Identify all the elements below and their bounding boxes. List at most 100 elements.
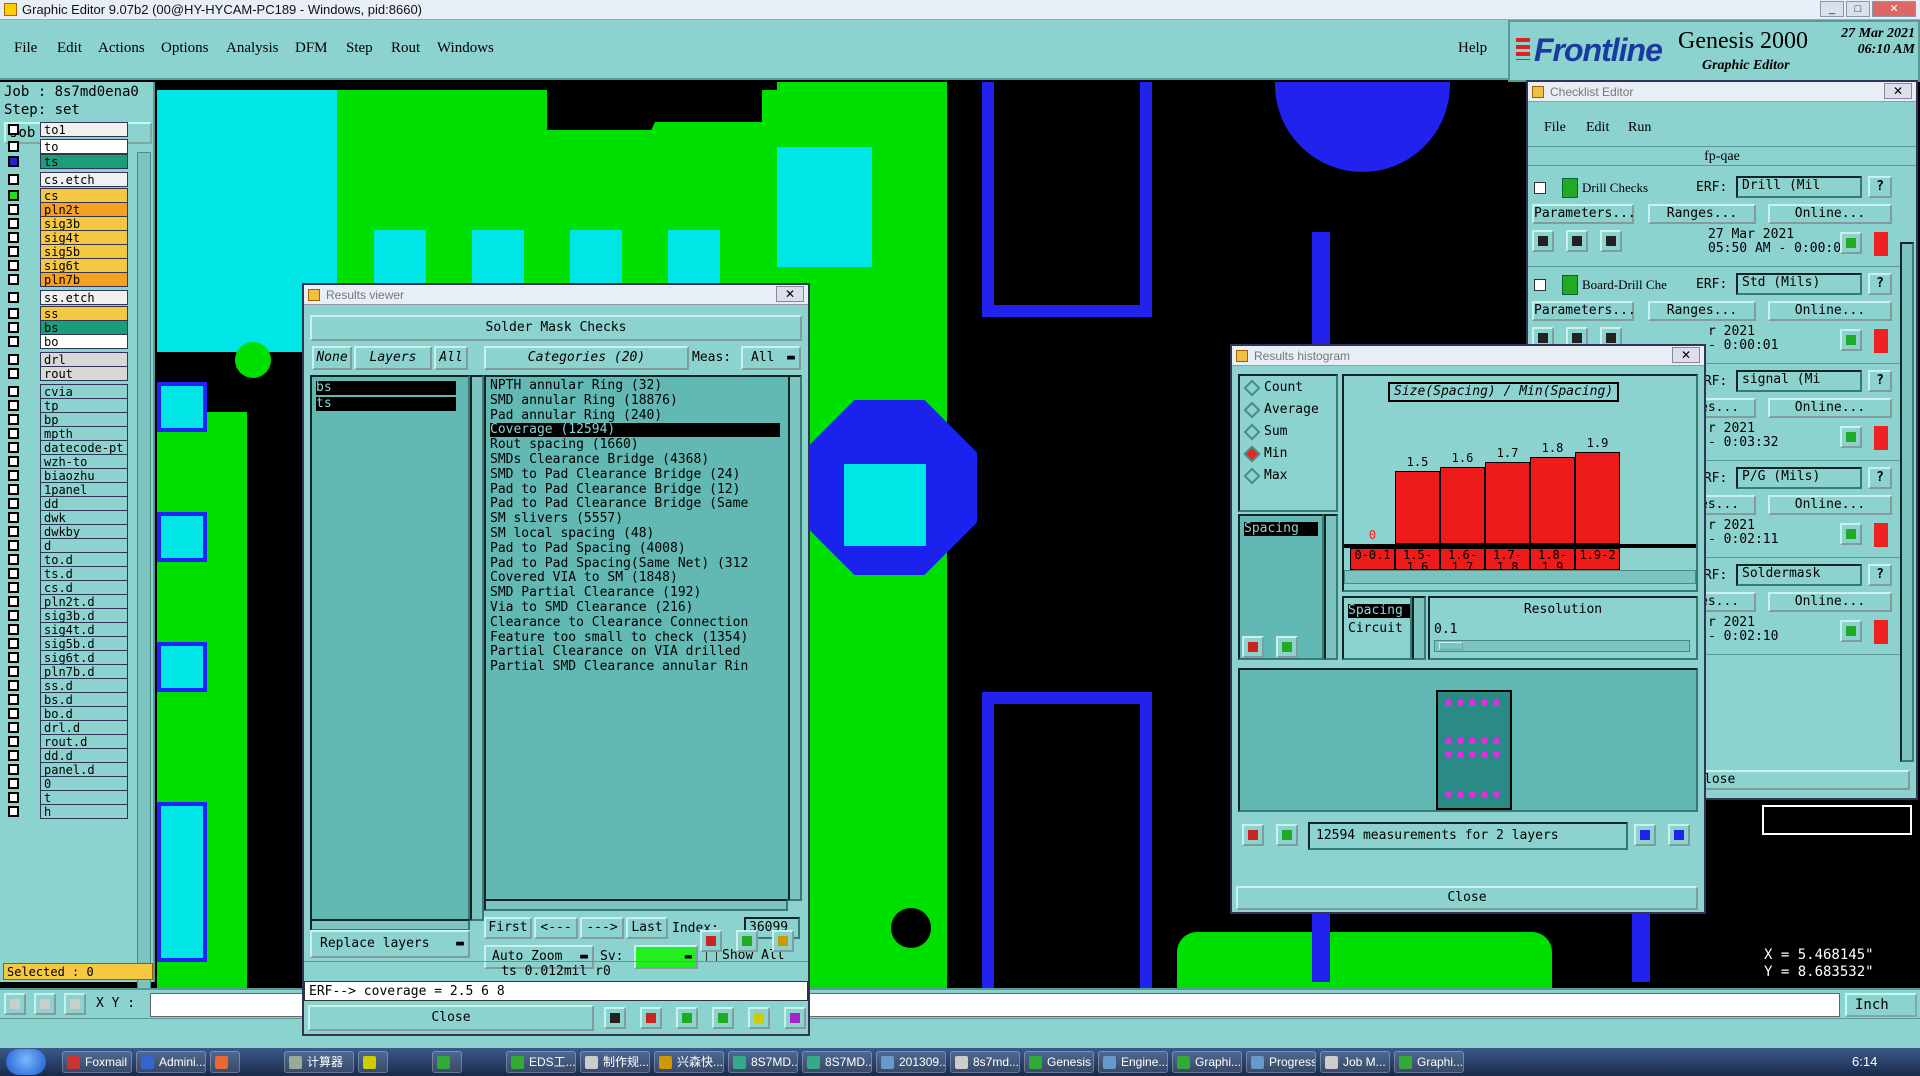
layer-row[interactable]: d xyxy=(6,538,128,553)
taskbar-item[interactable]: Progress xyxy=(1246,1051,1316,1073)
layer-checkbox[interactable] xyxy=(8,764,19,775)
online-button[interactable]: Online... xyxy=(1768,301,1892,321)
minimize-icon[interactable]: _ xyxy=(1820,1,1844,17)
layer-row[interactable]: bs xyxy=(6,320,128,335)
layer-name[interactable]: dd xyxy=(40,496,128,511)
layer-name[interactable]: d xyxy=(40,538,128,553)
layer-name[interactable]: ss.d xyxy=(40,678,128,693)
layer-name[interactable]: cs xyxy=(40,188,128,203)
layer-name[interactable]: to1 xyxy=(40,122,128,137)
none-button[interactable]: None xyxy=(312,346,352,370)
layer-row[interactable]: sig4t.d xyxy=(6,622,128,637)
layer-name[interactable]: sig6t.d xyxy=(40,650,128,665)
layer-row[interactable]: to.d xyxy=(6,552,128,567)
category-item[interactable]: Pad to Pad Spacing (4008) xyxy=(490,541,780,556)
layer-name[interactable]: sig3b xyxy=(40,216,128,231)
ranges-button[interactable]: Ranges... xyxy=(1648,301,1756,321)
layer-name[interactable]: drl xyxy=(40,352,128,367)
online-button[interactable]: Online... xyxy=(1768,495,1892,515)
layer-name[interactable]: ss.etch xyxy=(40,290,128,305)
layer-name[interactable]: bo xyxy=(40,334,128,349)
layer-row[interactable]: ss xyxy=(6,306,128,321)
layer-checkbox[interactable] xyxy=(8,190,19,201)
radio-count[interactable] xyxy=(1243,379,1261,397)
histogram-bar[interactable] xyxy=(1440,467,1485,544)
histogram-bar[interactable] xyxy=(1530,457,1575,544)
ref-icon[interactable] xyxy=(736,930,758,952)
layer-checkbox[interactable] xyxy=(8,156,19,167)
zoom-icon[interactable] xyxy=(712,1007,734,1029)
taskbar-item[interactable]: Foxmail xyxy=(62,1051,132,1073)
layer-row[interactable]: to xyxy=(6,139,128,154)
zoom-icon[interactable] xyxy=(1840,329,1862,351)
layer-checkbox[interactable] xyxy=(8,354,19,365)
taskbar-item[interactable]: 制作规... xyxy=(580,1051,650,1073)
category-item[interactable]: SMD annular Ring (18876) xyxy=(490,393,780,408)
layer-name[interactable]: sig4t.d xyxy=(40,622,128,637)
taskbar-item[interactable]: Genesis xyxy=(1024,1051,1094,1073)
category-item[interactable]: Pad to Pad Clearance Bridge (12) xyxy=(490,482,780,497)
export-icon[interactable] xyxy=(1634,824,1656,846)
help-button[interactable]: ? xyxy=(1868,273,1892,295)
zoom-icon[interactable] xyxy=(1840,523,1862,545)
layer-checkbox[interactable] xyxy=(8,368,19,379)
layer-name[interactable]: dwk xyxy=(40,510,128,525)
del-icon[interactable] xyxy=(700,930,722,952)
layer-row[interactable]: pln7b.d xyxy=(6,664,128,679)
layer-name[interactable]: dd.d xyxy=(40,748,128,763)
report-icon[interactable] xyxy=(748,1007,770,1029)
layer-row[interactable]: sig6t xyxy=(6,258,128,273)
parameters-button[interactable]: Parameters... xyxy=(1532,301,1636,321)
layer-checkbox[interactable] xyxy=(8,512,19,523)
layer-name[interactable]: sig5b xyxy=(40,244,128,259)
list-item[interactable]: Spacing xyxy=(1244,522,1318,536)
category-item[interactable]: NPTH annular Ring (32) xyxy=(490,379,780,393)
chart-hscroll[interactable] xyxy=(1344,570,1696,584)
online-button[interactable]: Online... xyxy=(1768,398,1892,418)
undo-icon[interactable] xyxy=(772,930,794,952)
histogram-icon[interactable] xyxy=(784,1007,806,1029)
layer-checkbox[interactable] xyxy=(8,232,19,243)
layer-row[interactable]: cs.d xyxy=(6,580,128,595)
layer-name[interactable]: drl.d xyxy=(40,720,128,735)
layer-checkbox[interactable] xyxy=(8,750,19,761)
layer-scrollbar[interactable] xyxy=(137,152,151,1032)
taskbar-item[interactable]: 计算器 xyxy=(284,1051,354,1073)
histogram-bar[interactable] xyxy=(1575,452,1620,544)
taskbar-item[interactable]: Job M... xyxy=(1320,1051,1390,1073)
category-item[interactable]: Coverage (12594) xyxy=(490,423,780,438)
taskbar-item[interactable]: 兴森快... xyxy=(654,1051,724,1073)
category-item[interactable]: Clearance to Clearance Connection xyxy=(490,615,780,630)
layer-row[interactable]: cs xyxy=(6,188,128,203)
layer-row[interactable]: drl.d xyxy=(6,720,128,735)
layer-row[interactable]: datecode-pt xyxy=(6,440,128,455)
layer-row[interactable]: wzh-to xyxy=(6,454,128,469)
layer-name[interactable]: to xyxy=(40,139,128,154)
layer-checkbox[interactable] xyxy=(8,722,19,733)
layer-checkbox[interactable] xyxy=(8,322,19,333)
layer-row[interactable]: bo.d xyxy=(6,706,128,721)
online-button[interactable]: Online... xyxy=(1768,204,1892,224)
layer-name[interactable]: pln7b xyxy=(40,272,128,287)
category-item[interactable]: Covered VIA to SM (1848) xyxy=(490,571,780,585)
layer-name[interactable]: cs.d xyxy=(40,580,128,595)
layer-name[interactable]: sig4t xyxy=(40,230,128,245)
layer-checkbox[interactable] xyxy=(8,526,19,537)
resolution-slider[interactable] xyxy=(1434,640,1690,652)
layer-name[interactable]: pln7b.d xyxy=(40,664,128,679)
layer-checkbox[interactable] xyxy=(8,124,19,135)
layer-checkbox[interactable] xyxy=(8,260,19,271)
checklist-menu-edit[interactable]: Edit xyxy=(1586,120,1609,136)
radio-min[interactable] xyxy=(1243,445,1261,463)
layer-row[interactable]: sig5b.d xyxy=(6,636,128,651)
all-button[interactable]: All xyxy=(434,346,468,370)
taskbar-item[interactable] xyxy=(432,1051,462,1073)
meas-select[interactable]: All ▬ xyxy=(741,346,801,370)
category-item[interactable]: SMD to Pad Clearance Bridge (24) xyxy=(490,467,780,482)
layer-name[interactable]: pln2t.d xyxy=(40,594,128,609)
run-icon[interactable] xyxy=(1532,230,1554,252)
radio-sum[interactable] xyxy=(1243,423,1261,441)
list-item[interactable]: bs xyxy=(316,381,456,395)
erf-select[interactable]: Drill (Mil xyxy=(1736,176,1862,198)
layer-name[interactable]: tp xyxy=(40,398,128,413)
